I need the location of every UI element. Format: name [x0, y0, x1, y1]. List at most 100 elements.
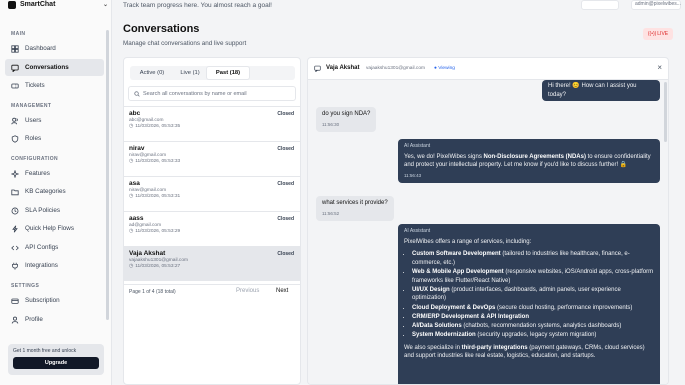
previous-button[interactable]: Previous [236, 288, 259, 294]
pagination-info: Page 1 of 4 (18 total) [129, 289, 176, 295]
conversation-time-value: 11/03/2026, 05:53:33 [135, 159, 181, 164]
message-outro: We also specialize in third-party integr… [404, 344, 654, 361]
sidebar-item-label: Quick Help Flows [25, 225, 74, 232]
list-item: Cloud Deployment & DevOps (secure cloud … [412, 304, 654, 313]
sidebar-item-kb-categories[interactable]: KB Categories [5, 183, 104, 200]
conversation-time-value: 11/03/2026, 05:53:27 [135, 264, 181, 269]
sidebar-item-subscription[interactable]: Subscription [5, 292, 104, 309]
ai-greeting-message: Hi there! 😊 How can I assist you today? [542, 80, 660, 102]
page-subtitle: Manage chat conversations and live suppo… [123, 40, 247, 47]
conversation-email: ad@gmail.com [129, 223, 162, 228]
section-label-configuration: CONFIGURATION [11, 156, 59, 162]
sidebar-item-quick-help-flows[interactable]: Quick Help Flows [5, 220, 104, 237]
conversation-time-value: 11/03/2026, 05:53:29 [135, 229, 181, 234]
message-text-bold: Non-Disclosure Agreements (NDAs) [483, 153, 586, 160]
conversation-time: ◷ 11/03/2026, 05:53:35 [129, 124, 295, 129]
conversation-search[interactable] [128, 86, 296, 101]
sidebar-item-label: Dashboard [25, 45, 56, 52]
message-intro: PixelWibes offers a range of services, i… [404, 238, 532, 245]
app-name: SmartChat [20, 1, 56, 8]
list-item: CRM/ERP Development & API Integration [412, 313, 654, 322]
services-list: Custom Software Development (tailored to… [404, 250, 654, 340]
person-icon [11, 316, 19, 324]
broadcast-icon: ((•)) [647, 31, 657, 37]
status-badge: Closed [277, 251, 294, 257]
sidebar-item-label: Integrations [25, 262, 58, 269]
service-title: AI/Data Solutions [412, 322, 462, 329]
sidebar-item-sla-policies[interactable]: SLA Policies [5, 202, 104, 219]
message-time: 11:56:43 [404, 172, 422, 178]
user-message: do you sign NDA? 11:56:30 [316, 107, 377, 133]
list-item[interactable]: abc abc@gmail.com ◷ 11/03/2026, 05:53:35 … [124, 106, 300, 141]
sidebar-item-tickets[interactable]: Tickets [5, 77, 104, 94]
close-icon[interactable]: × [657, 63, 662, 72]
ai-assistant-label: AI Assistant [404, 143, 431, 149]
service-desc: (security upgrades, legacy system migrat… [475, 332, 597, 339]
sidebar-item-api-configs[interactable]: API Configs [5, 239, 104, 256]
sidebar-item-label: KB Categories [25, 188, 66, 195]
tab-live[interactable]: Live (1) [175, 67, 205, 79]
chat-messages[interactable]: Hi there! 😊 How can I assist you today? … [308, 80, 668, 384]
live-badge[interactable]: ((•)) LIVE [643, 28, 673, 40]
ai-message: AI Assistant PixelWibes offers a range o… [398, 224, 660, 384]
sidebar-item-roles[interactable]: Roles [5, 130, 104, 147]
conversation-name: nirav [129, 145, 145, 152]
conversation-name: aass [129, 215, 144, 222]
brand[interactable]: SmartChat ⌄ [8, 0, 108, 9]
list-item[interactable]: aass ad@gmail.com ◷ 11/03/2026, 05:53:29 … [124, 211, 300, 246]
conversation-email: nirav@gmail.com [129, 188, 167, 193]
conversation-time: ◷ 11/03/2026, 05:53:31 [129, 194, 295, 199]
service-desc: (secure cloud hosting, performance impro… [495, 304, 633, 311]
search-input[interactable] [143, 90, 293, 97]
list-item[interactable]: asa nirav@gmail.com ◷ 11/03/2026, 05:53:3… [124, 176, 300, 211]
progress-message: Track team progress here. You almost rea… [123, 2, 272, 9]
chat-user-email: vajaakshu1301@gmail.com [366, 66, 425, 71]
chat-header: Vaja Akshat vajaakshu1301@gmail.com ● Vi… [308, 58, 668, 80]
service-title: System Modernization [412, 332, 476, 339]
conversation-name: asa [129, 180, 140, 187]
top-pill-button[interactable] [581, 0, 619, 10]
sidebar-item-users[interactable]: Users [5, 112, 104, 129]
sidebar-item-label: Roles [25, 135, 42, 142]
chat-scrollbar[interactable] [664, 82, 667, 142]
tab-active[interactable]: Active (0) [131, 67, 173, 79]
upgrade-button[interactable]: Upgrade [13, 357, 99, 369]
conversation-time: ◷ 11/03/2026, 05:53:33 [129, 159, 295, 164]
top-search-input[interactable]: admin@pixelwibes... [631, 0, 681, 10]
conversation-time: ◷ 11/03/2026, 05:53:29 [129, 229, 295, 234]
list-item[interactable]: nirav nirav@gmail.com ◷ 11/03/2026, 05:53… [124, 141, 300, 176]
upgrade-text: Get 1 month free and unlock [13, 348, 77, 354]
clock-icon: ◷ [129, 264, 134, 269]
sidebar-item-label: Tickets [25, 82, 45, 89]
sidebar-item-dashboard[interactable]: Dashboard [5, 40, 104, 57]
tab-past[interactable]: Past (18) [207, 67, 249, 79]
sidebar-item-profile[interactable]: Profile [5, 311, 104, 328]
conversation-email: abc@gmail.com [129, 118, 164, 123]
conversation-name: abc [129, 110, 141, 117]
sidebar-scrollbar[interactable] [106, 30, 109, 320]
pagination: Page 1 of 4 (18 total) Previous Next [124, 284, 300, 298]
sparkle-icon [11, 169, 19, 178]
ticket-icon [11, 83, 19, 88]
sidebar-item-features[interactable]: Features [5, 165, 104, 182]
page-title: Conversations [123, 23, 200, 35]
section-label-management: MANAGEMENT [11, 103, 52, 109]
service-title: UI/UX Design [412, 286, 450, 293]
next-button[interactable]: Next [276, 288, 288, 294]
sidebar-item-integrations[interactable]: Integrations [5, 257, 104, 274]
message-text: Hi there! 😊 How can I assist you today? [548, 83, 637, 98]
message-text: what services it provide? [322, 200, 388, 206]
clock-icon [11, 207, 19, 214]
lightning-icon [12, 225, 18, 232]
service-title: Web & Mobile App Development [412, 268, 504, 275]
clock-icon: ◷ [129, 124, 134, 129]
list-item-selected[interactable]: Vaja Akshat vajaakshu1301@gmail.com ◷ 11/… [124, 246, 300, 281]
list-item: System Modernization (security upgrades,… [412, 331, 654, 340]
list-item: AI/Data Solutions (chatbots, recommendat… [412, 322, 654, 331]
sidebar-item-label: Features [25, 170, 50, 177]
sidebar-item-conversations[interactable]: Conversations [5, 59, 104, 76]
upgrade-card: Get 1 month free and unlock Upgrade [8, 344, 104, 375]
list-item: Web & Mobile App Development (responsive… [412, 268, 654, 285]
status-badge: Closed [277, 146, 294, 152]
message-text: do you sign NDA? [322, 111, 371, 117]
